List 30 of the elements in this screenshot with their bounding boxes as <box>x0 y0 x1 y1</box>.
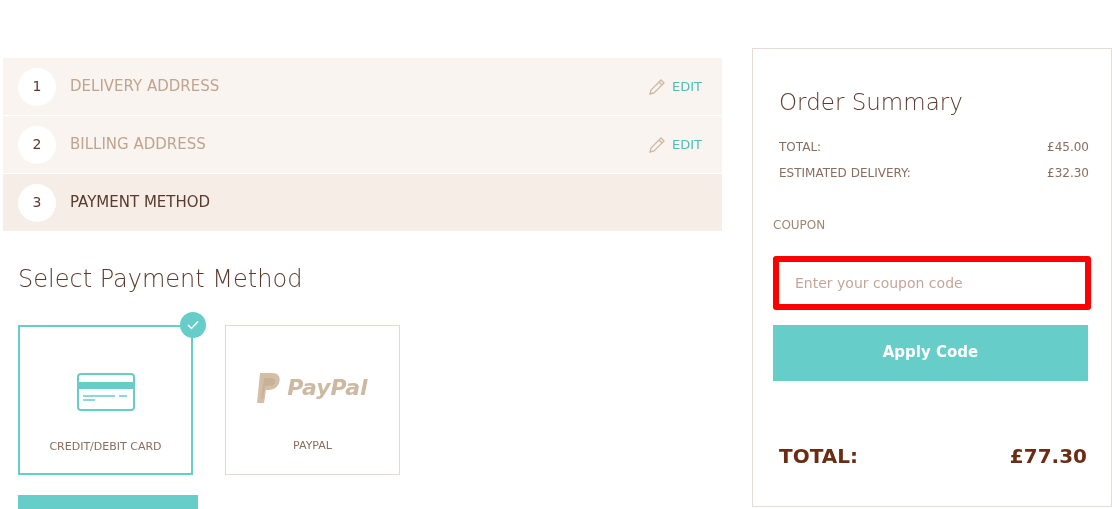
edit-link[interactable]: EDIT <box>672 134 702 155</box>
section-heading: Select Payment Method <box>18 264 304 295</box>
option-label: PAYPAL <box>293 438 332 454</box>
step-number: 3 <box>18 183 56 222</box>
paypal-logo-icon <box>257 372 282 403</box>
continue-button[interactable] <box>18 495 198 509</box>
option-label: CREDIT/DEBIT CARD <box>49 439 162 455</box>
payment-option[interactable]: PayPal PAYPAL <box>225 325 400 475</box>
summary-value: £45.00 <box>1047 138 1089 156</box>
grand-total-label: TOTAL: <box>779 442 858 470</box>
summary-label: ESTIMATED DELIVERY: <box>779 164 911 182</box>
edit-link[interactable]: EDIT <box>672 76 702 97</box>
summary-value: £32.30 <box>1047 164 1089 182</box>
step-number: 1 <box>18 67 56 106</box>
summary-title: Order Summary <box>779 88 964 117</box>
step-label: BILLING ADDRESS <box>70 134 207 156</box>
coupon-label: COUPON <box>773 216 827 234</box>
grand-total-value: £77.30 <box>1009 442 1087 470</box>
step-label: PAYMENT METHOD <box>70 192 212 214</box>
coupon-field[interactable]: Enter your coupon code <box>773 255 1091 310</box>
summary-label: TOTAL: <box>779 138 822 156</box>
payment-option[interactable]: CREDIT/DEBIT CARD <box>18 325 193 475</box>
apply-code-button[interactable]: Apply Code <box>773 324 1088 381</box>
pencil-icon <box>648 135 666 154</box>
credit-card-icon <box>76 373 135 411</box>
step-label: DELIVERY ADDRESS <box>70 76 221 98</box>
pencil-icon <box>648 77 666 96</box>
step-number: 2 <box>18 125 56 164</box>
check-icon <box>180 312 206 338</box>
paypal-wordmark: PayPal <box>287 374 368 402</box>
